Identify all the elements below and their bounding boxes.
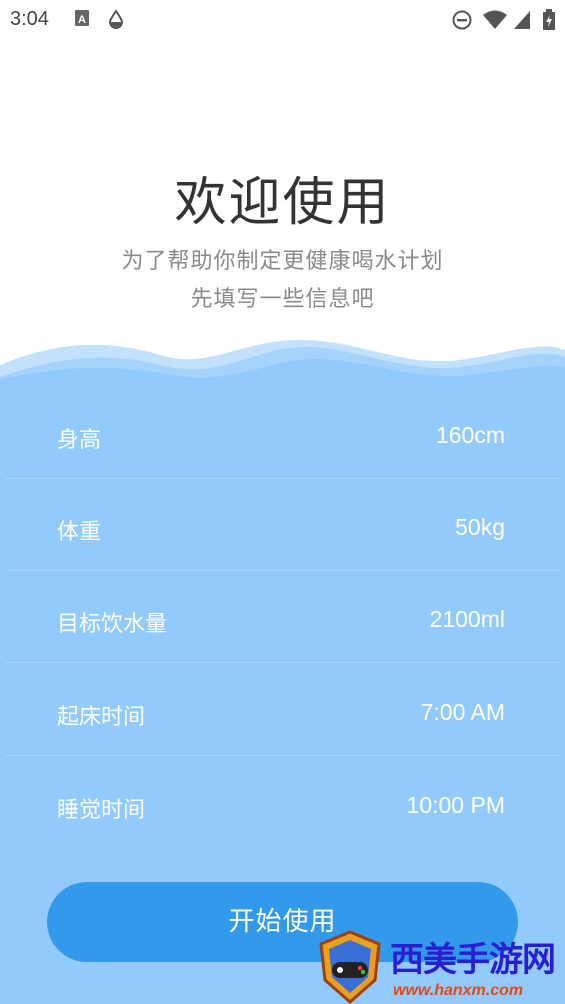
- wake-time-label: 起床时间: [57, 705, 146, 730]
- keyboard-a-icon: A: [74, 9, 90, 32]
- height-label: 身高: [57, 428, 102, 453]
- weight-value: 50kg: [455, 514, 505, 540]
- watermark-name: 西美手游网: [390, 940, 556, 980]
- wake-time-row[interactable]: 起床时间 7:00 AM: [5, 663, 560, 756]
- wake-time-value: 7:00 AM: [420, 699, 505, 725]
- signal-icon: [512, 9, 532, 36]
- weight-label: 体重: [57, 520, 102, 545]
- sleep-time-row[interactable]: 睡觉时间 10:00 PM: [5, 756, 560, 848]
- height-row[interactable]: 身高 160cm: [5, 386, 560, 479]
- water-drop-icon: [106, 9, 126, 34]
- gamepad-shield-logo-icon: [319, 930, 381, 1004]
- welcome-title: 欢迎使用: [174, 173, 391, 233]
- status-bar: 3:04 A: [0, 0, 565, 38]
- weight-row[interactable]: 体重 50kg: [5, 478, 560, 571]
- watermark: 西美手游网 www.hanxm.com: [315, 930, 565, 1004]
- battery-charging-icon: [542, 9, 556, 36]
- sleep-time-value: 10:00 PM: [406, 792, 505, 818]
- water-goal-label: 目标饮水量: [57, 612, 168, 637]
- water-goal-value: 2100ml: [429, 606, 505, 632]
- svg-text:A: A: [78, 14, 86, 26]
- sleep-time-label: 睡觉时间: [57, 798, 146, 823]
- welcome-subtitle-line2: 先填写一些信息吧: [190, 287, 375, 312]
- status-time: 3:04: [10, 8, 49, 30]
- height-value: 160cm: [435, 422, 505, 448]
- wifi-icon: [482, 9, 508, 36]
- watermark-url: www.hanxm.com: [393, 982, 524, 999]
- do-not-disturb-icon: [451, 9, 473, 36]
- welcome-subtitle-line1: 为了帮助你制定更健康喝水计划: [121, 249, 444, 274]
- water-goal-row[interactable]: 目标饮水量 2100ml: [5, 570, 560, 663]
